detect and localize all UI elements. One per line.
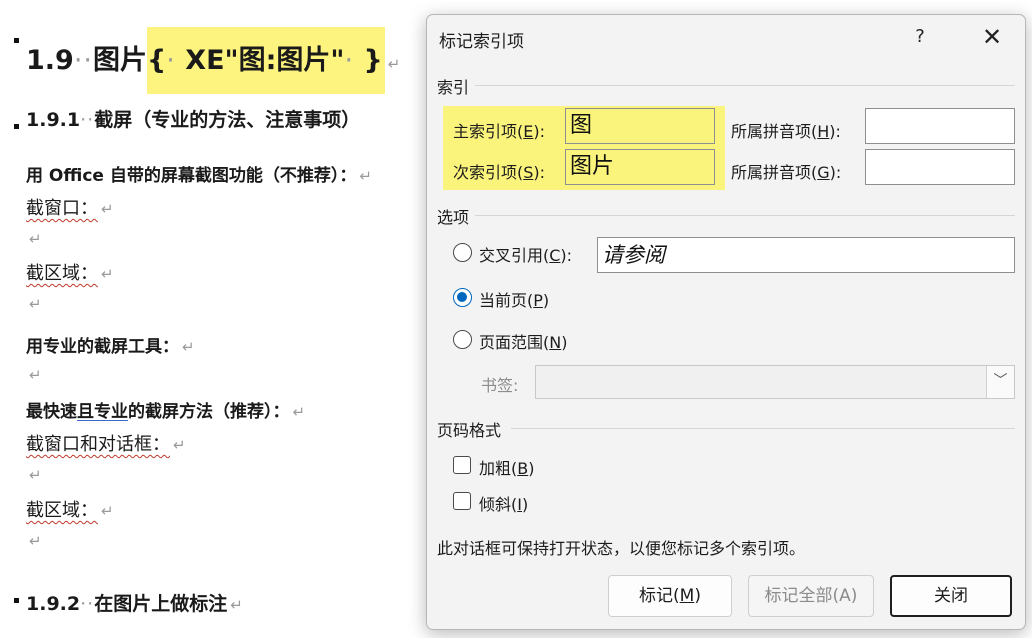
close-icon[interactable]: ✕ [977,23,1007,51]
sub-pinyin-input[interactable] [865,149,1015,185]
close-button[interactable]: 关闭 [890,575,1012,617]
heading-1-9-2: 1.9.2··在图片上做标注 ↵ [26,593,243,615]
heading-1-9: 1.9··图片{· XE"图:图片"· } ↵ [26,27,400,94]
page-range-label[interactable]: 页面范围(N) [479,329,567,353]
line-region-capture: 截区域： ↵ [26,263,114,284]
heading-1-9-1: 1.9.1··截屏（专业的方法、注意事项） [26,109,361,131]
mark-all-button[interactable]: 标记全部(A) [748,575,874,617]
index-field-code[interactable]: {· XE"图:图片"· } [147,27,385,94]
sub-entry-label: 次索引项(S): [453,163,546,182]
index-section-label: 索引 [437,78,470,97]
help-button[interactable]: ? [905,23,935,51]
main-entry-input[interactable]: 图 [565,108,715,144]
mark-index-entry-dialog: 标记索引项 ? ✕ 索引 主索引项(E): 图 所属拼音项(H): 次索引项(S… [426,14,1026,630]
line-window-dialog-capture: 截窗口和对话框： ↵ [26,434,186,455]
section-divider [475,215,1015,216]
empty-paragraph: ↵ [29,295,42,313]
options-section-label: 选项 [437,208,470,227]
line-pro-tools: 用专业的截屏工具： ↵ [26,337,195,357]
bold-checkbox[interactable] [453,456,471,474]
current-page-radio[interactable] [453,288,472,307]
section-divider [475,85,1015,86]
italic-label[interactable]: 倾斜(I) [479,491,528,515]
main-entry-label: 主索引项(E): [453,122,545,141]
sub-entry-input[interactable]: 图片 [565,149,715,185]
empty-paragraph: ↵ [29,466,42,484]
line-region-capture-2: 截区域： ↵ [26,500,114,521]
line-fastest-method: 最快速且专业的截屏方法（推荐）： ↵ [26,402,306,422]
sub-pinyin-label: 所属拼音项(G): [731,163,842,182]
bold-label[interactable]: 加粗(B) [479,455,534,479]
line-window-capture: 截窗口： ↵ [26,198,114,219]
empty-paragraph: ↵ [29,230,42,248]
empty-paragraph: ↵ [29,366,42,384]
main-pinyin-label: 所属拼音项(H): [731,122,841,141]
heading-title: 图片 [93,45,148,76]
chevron-down-icon[interactable]: ﹀ [986,366,1014,398]
paragraph-marker [14,124,19,129]
dialog-note: 此对话框可保持打开状态，以便您标记多个索引项。 [437,539,806,558]
cross-reference-radio[interactable] [453,243,472,262]
italic-checkbox[interactable] [453,492,471,510]
heading-number: 1.9 [26,45,74,76]
dialog-titlebar[interactable]: 标记索引项 ? ✕ [427,15,1025,61]
current-page-label[interactable]: 当前页(P) [479,287,549,311]
line-office-screenshot: 用 Office 自带的屏幕截图功能（不推荐）： ↵ [26,166,372,186]
section-divider [511,428,1015,429]
bookmark-label: 书签: [481,376,519,395]
dialog-title: 标记索引项 [439,32,524,52]
main-pinyin-input[interactable] [865,108,1015,144]
bookmark-select[interactable]: ﹀ [535,365,1015,399]
paragraph-marker [14,38,19,43]
cross-reference-label[interactable]: 交叉引用(C): [479,242,572,266]
page-number-format-label: 页码格式 [437,421,502,440]
mark-button[interactable]: 标记(M) [608,575,732,617]
paragraph-marker [14,598,19,603]
cross-reference-input[interactable]: 请参阅 [597,237,1015,273]
page-range-radio[interactable] [453,330,472,349]
empty-paragraph: ↵ [29,532,42,550]
